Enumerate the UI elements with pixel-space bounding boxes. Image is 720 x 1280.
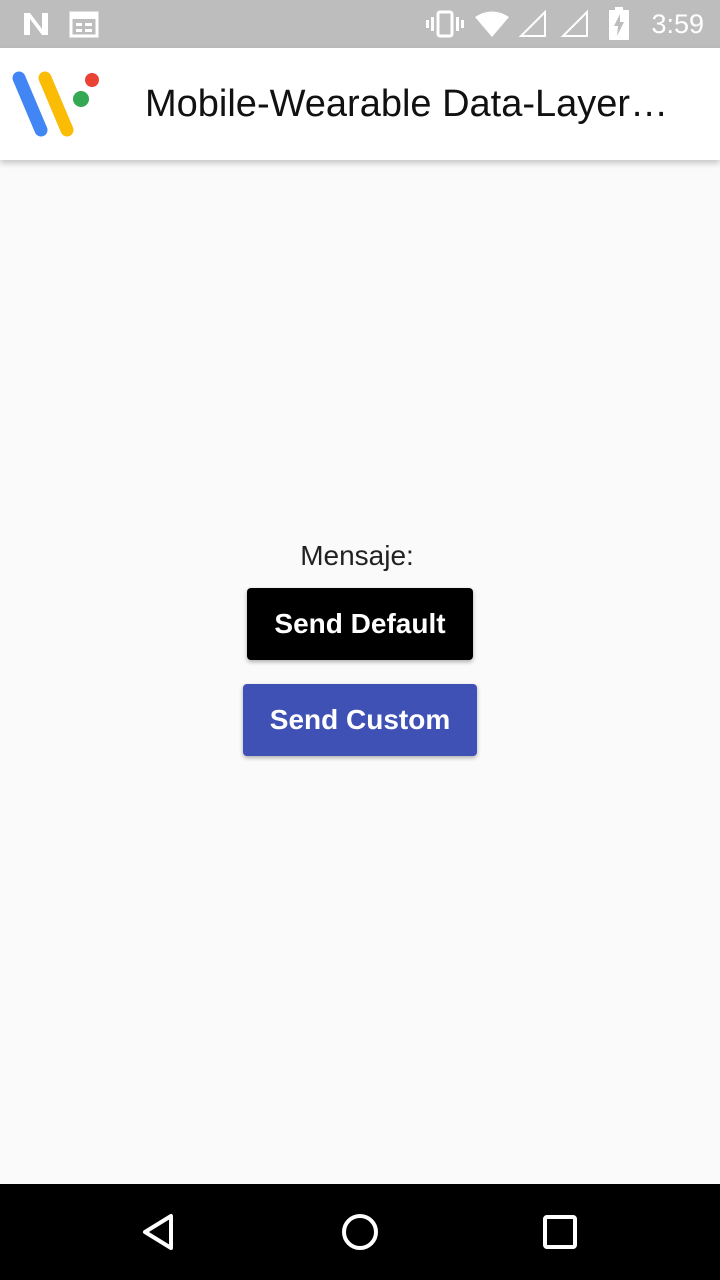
notification-n-icon: [18, 0, 54, 48]
main-content: Mensaje: Send Default Send Custom: [0, 160, 720, 1184]
calendar-icon: [68, 0, 100, 48]
app-bar: Mobile-Wearable Data-Layer…: [0, 48, 720, 160]
send-default-button[interactable]: Send Default: [247, 588, 473, 660]
app-title: Mobile-Wearable Data-Layer…: [145, 83, 669, 125]
back-icon[interactable]: [100, 1184, 220, 1280]
battery-charging-icon: [606, 0, 632, 48]
wifi-icon: [474, 0, 510, 48]
recents-icon[interactable]: [500, 1184, 620, 1280]
signal-icon: [516, 0, 548, 48]
app-logo-icon: [10, 68, 102, 144]
vibrate-icon: [426, 0, 464, 48]
signal-icon: [558, 0, 590, 48]
status-clock: 3:59: [651, 9, 704, 39]
status-bar: 3:59: [0, 0, 720, 48]
send-custom-button[interactable]: Send Custom: [243, 684, 477, 756]
home-icon[interactable]: [300, 1184, 420, 1280]
message-label: Mensaje:: [300, 540, 414, 571]
navigation-bar: [0, 1184, 720, 1280]
